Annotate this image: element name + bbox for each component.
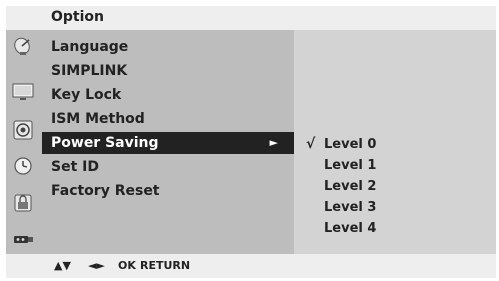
menu-item-label: Key Lock [51, 87, 122, 103]
title-bar: Option [6, 6, 496, 30]
up-down-arrows-icon: ▲▼ [54, 259, 71, 272]
ok-key-label: OK [118, 259, 136, 272]
menu-item-label: Power Saving [51, 135, 159, 151]
submenu-item-level-2[interactable]: Level 2 [294, 176, 496, 197]
return-key-label: RETURN [140, 259, 191, 272]
menu-item-label: ISM Method [51, 111, 145, 127]
menu-item-label: SIMPLINK [51, 63, 128, 79]
satellite-dish-icon[interactable] [10, 35, 36, 57]
menu-item-simplink[interactable]: SIMPLINK [42, 60, 294, 82]
menu-title: Option [51, 9, 104, 25]
submenu-item-label: Level 3 [324, 200, 377, 215]
menu-item-label: Set ID [51, 159, 99, 175]
menu-item-label: Factory Reset [51, 183, 160, 199]
menu-item-label: Language [51, 39, 129, 55]
left-right-arrows-icon: ◄► [88, 259, 105, 272]
submenu-item-level-0[interactable]: √ Level 0 [294, 134, 496, 155]
submenu-item-label: Level 4 [324, 221, 377, 236]
lock-icon[interactable] [10, 192, 36, 214]
submenu-item-label: Level 1 [324, 158, 377, 173]
check-mark-icon: √ [306, 136, 316, 152]
submenu-item-label: Level 0 [324, 137, 377, 152]
menu-item-key-lock[interactable]: Key Lock [42, 84, 294, 106]
osd-menu: Option Language SIMPLINK Key Lock ISM Me… [6, 6, 496, 278]
usb-plug-icon[interactable] [10, 228, 36, 250]
speaker-icon[interactable] [10, 119, 36, 141]
option-menu-list: Language SIMPLINK Key Lock ISM Method Po… [42, 30, 294, 254]
submenu-item-level-1[interactable]: Level 1 [294, 155, 496, 176]
footer-key-guide: ▲▼ ◄► OK RETURN [6, 254, 496, 278]
submenu-item-level-4[interactable]: Level 4 [294, 218, 496, 239]
menu-item-language[interactable]: Language [42, 36, 294, 58]
submenu-item-label: Level 2 [324, 179, 377, 194]
submenu-arrow-icon: ► [269, 136, 278, 149]
menu-item-power-saving[interactable]: Power Saving ► [42, 132, 294, 154]
submenu-item-level-3[interactable]: Level 3 [294, 197, 496, 218]
menu-item-set-id[interactable]: Set ID [42, 156, 294, 178]
monitor-icon[interactable] [10, 81, 36, 103]
power-saving-submenu: √ Level 0 Level 1 Level 2 Level 3 Level … [294, 30, 496, 254]
clock-icon[interactable] [10, 155, 36, 177]
menu-item-ism-method[interactable]: ISM Method [42, 108, 294, 130]
menu-item-factory-reset[interactable]: Factory Reset [42, 180, 294, 202]
category-icon-column [6, 30, 42, 254]
